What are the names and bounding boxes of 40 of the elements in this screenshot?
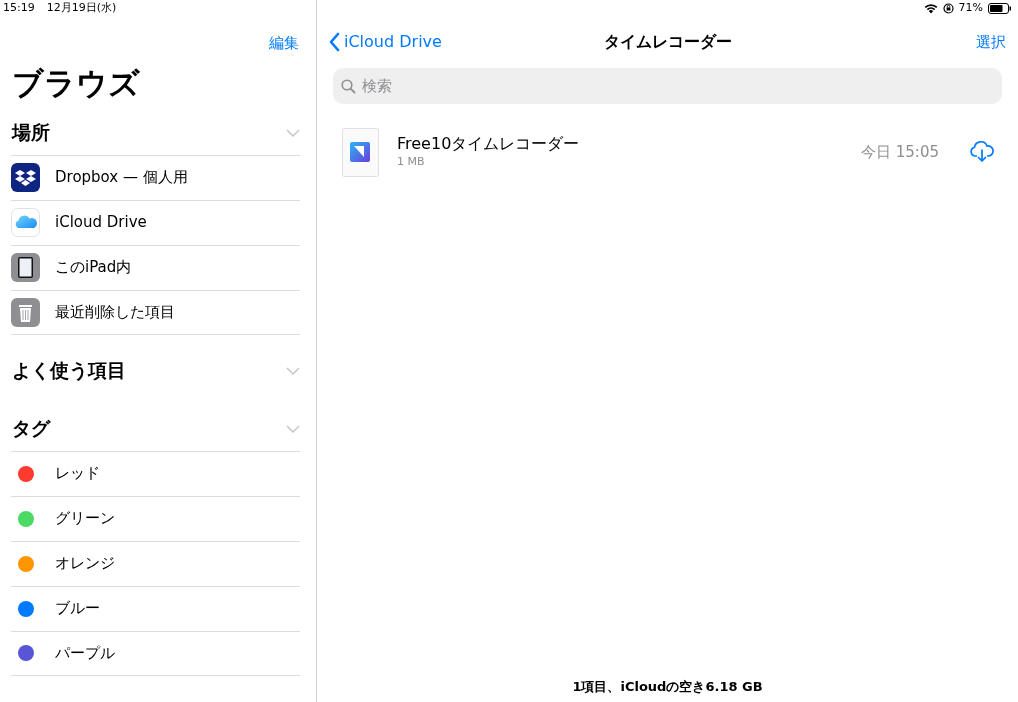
- location-row[interactable]: iCloud Drive: [11, 199, 300, 245]
- file-row[interactable]: Free10タイムレコーダー 1 MB 今日 15:05: [342, 127, 993, 177]
- search-icon: [341, 79, 356, 94]
- chevron-down-icon[interactable]: [286, 128, 300, 137]
- status-time: 15:19: [3, 0, 35, 16]
- cloud-download-icon[interactable]: [969, 141, 995, 163]
- battery-percentage: 71%: [958, 0, 983, 16]
- status-date: 12月19日(水): [46, 0, 117, 16]
- edit-button[interactable]: 編集: [269, 32, 299, 55]
- storage-summary: 1項目、iCloudの空き6.18 GB: [572, 677, 763, 696]
- location-row[interactable]: Dropbox — 個人用: [11, 154, 300, 200]
- location-row[interactable]: このiPad内: [11, 244, 300, 290]
- orientation-lock-icon: [942, 2, 954, 14]
- tag-row[interactable]: パープル: [11, 630, 300, 676]
- dropbox-icon: [11, 163, 40, 192]
- back-chevron-icon: [329, 32, 340, 52]
- file-name: Free10タイムレコーダー: [397, 133, 581, 154]
- battery-icon: [988, 2, 1012, 14]
- section-header[interactable]: 場所: [12, 118, 50, 147]
- chevron-down-icon[interactable]: [286, 424, 300, 433]
- icloud-icon: [11, 208, 40, 237]
- app-file-icon: [342, 127, 379, 177]
- search-field[interactable]: 検索: [333, 68, 1002, 104]
- folder-title: タイムレコーダー: [603, 31, 732, 53]
- trash-icon: [11, 297, 40, 327]
- file-size: 1 MB: [397, 153, 426, 170]
- wifi-icon: [923, 2, 938, 14]
- section-header[interactable]: よく使う項目: [12, 356, 126, 385]
- select-button[interactable]: 選択: [976, 30, 1006, 54]
- tag-row[interactable]: ブルー: [11, 585, 300, 631]
- tag-row[interactable]: グリーン: [11, 495, 300, 541]
- sidebar-title: ブラウズ: [11, 63, 141, 103]
- file-date: 今日 15:05: [861, 141, 939, 163]
- section-header[interactable]: タグ: [12, 414, 50, 443]
- back-button[interactable]: iCloud Drive: [329, 30, 442, 54]
- tag-row[interactable]: オレンジ: [11, 540, 300, 586]
- tag-row[interactable]: レッド: [11, 450, 300, 496]
- location-row[interactable]: 最近削除した項目: [11, 289, 300, 335]
- ipad-icon: [11, 253, 40, 282]
- chevron-down-icon[interactable]: [286, 366, 300, 375]
